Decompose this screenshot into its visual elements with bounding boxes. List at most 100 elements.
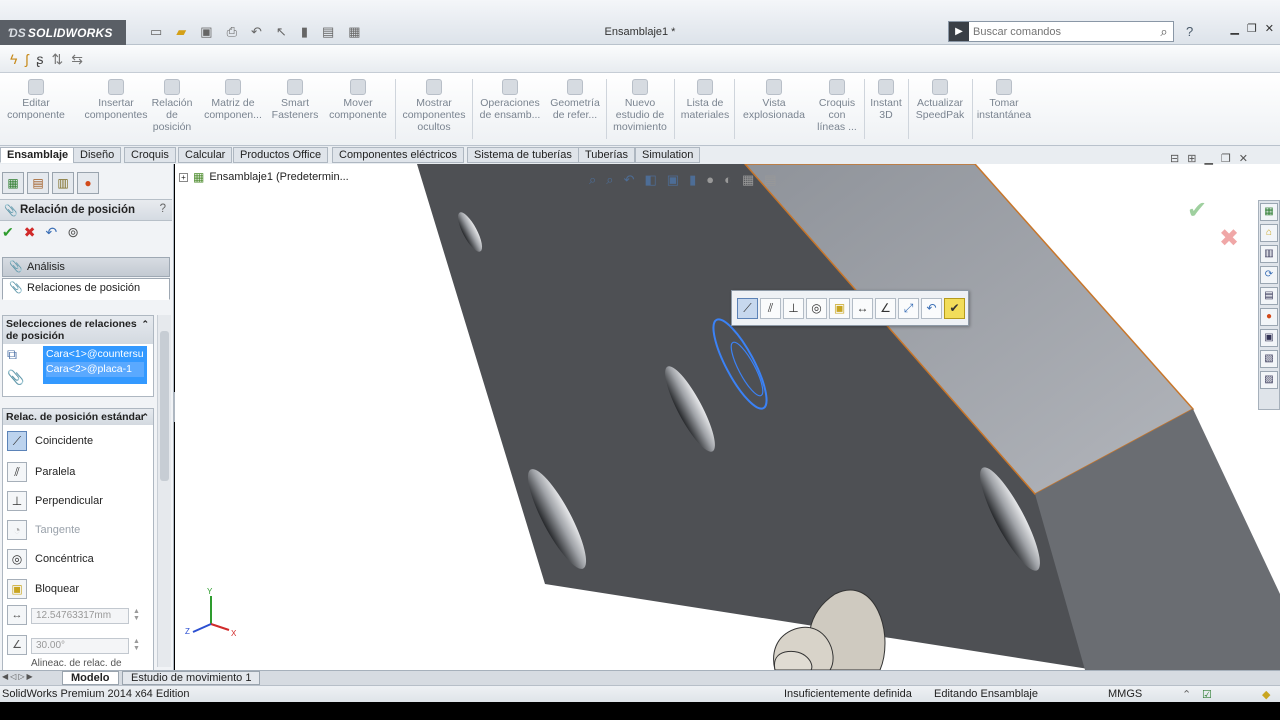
- popup-coincident-icon[interactable]: ⟋: [737, 297, 758, 319]
- home-icon[interactable]: ⌂: [1260, 224, 1278, 242]
- popup-angle-icon[interactable]: ∠: [875, 297, 896, 319]
- view-orientation-icon[interactable]: ▣: [667, 172, 679, 188]
- viewport-close-icon[interactable]: ✕: [1239, 152, 1248, 165]
- tab-tuberias[interactable]: Tuberías: [578, 147, 636, 163]
- confirm-cancel-icon[interactable]: ✖: [1219, 224, 1239, 253]
- notification-icon[interactable]: ◆: [1262, 688, 1270, 701]
- prev-tab-icon[interactable]: ◁: [10, 672, 16, 681]
- apply-scene-icon[interactable]: ▦: [742, 172, 754, 188]
- tab-sistema-de-tuberias[interactable]: Sistema de tuberías: [467, 147, 579, 163]
- mate-concentrica[interactable]: ◎ Concéntrica: [7, 547, 94, 571]
- close-icon[interactable]: ✕: [1265, 22, 1274, 35]
- search-commands[interactable]: ▶ ⌕: [948, 21, 1174, 42]
- routing-tool-3-icon[interactable]: ʂ: [37, 51, 44, 68]
- cmd-lista-de-materiales[interactable]: Lista de materiales: [678, 79, 732, 121]
- routing-tool-2-icon[interactable]: ʃ: [25, 51, 28, 68]
- popup-accept-icon[interactable]: ✔: [944, 297, 965, 319]
- cmd-nuevo-estudio-de-movimiento[interactable]: Nuevo estudio de movimiento: [608, 79, 672, 133]
- zoom-to-fit-icon[interactable]: ⌕: [589, 172, 596, 188]
- hide-show-items-icon[interactable]: ●: [706, 172, 714, 188]
- help-button[interactable]: ?: [160, 203, 166, 215]
- collapse-chevron-icon[interactable]: ⌃: [141, 411, 149, 423]
- undo-icon[interactable]: ↶: [45, 224, 57, 241]
- solidworks-forum-icon[interactable]: ▨: [1260, 371, 1278, 389]
- display-style-icon[interactable]: ▮: [689, 172, 696, 188]
- routing-tool-1-icon[interactable]: ϟ: [10, 51, 17, 68]
- print-icon[interactable]: ⎙: [227, 24, 237, 40]
- cmd-operaciones-de-ensamblaje[interactable]: Operaciones de ensamb...: [476, 79, 544, 121]
- popup-parallel-icon[interactable]: ⫽: [760, 297, 781, 319]
- popup-undo-icon[interactable]: ↶: [921, 297, 942, 319]
- pin-icon[interactable]: ⊚: [67, 224, 79, 241]
- file-properties-icon[interactable]: ▤: [322, 24, 334, 40]
- selection-item[interactable]: Cara<1>@countersu: [46, 347, 144, 362]
- cancel-x-icon[interactable]: ✖: [24, 224, 36, 241]
- units-dropdown-icon[interactable]: ⌃: [1182, 688, 1191, 701]
- first-tab-icon[interactable]: ◀: [2, 672, 8, 681]
- ok-check-icon[interactable]: ✔: [2, 224, 14, 241]
- previous-view-icon[interactable]: ↶: [624, 172, 635, 188]
- cmd-croquis-con-lineas[interactable]: Croquis con líneas ...: [812, 79, 862, 133]
- appearances-icon[interactable]: ●: [1260, 308, 1278, 326]
- cmd-vista-explosionada[interactable]: Vista explosionada: [738, 79, 810, 121]
- cmd-smart-fasteners[interactable]: Smart Fasteners: [268, 79, 322, 121]
- group-title[interactable]: Relac. de posición estándar ⌃: [3, 409, 153, 425]
- view-palette-icon[interactable]: ▤: [1260, 287, 1278, 305]
- tab-calcular[interactable]: Calcular: [178, 147, 233, 163]
- rebuild-status-icon[interactable]: ☑: [1202, 688, 1212, 701]
- tab-ensamblaje[interactable]: Ensamblaje: [0, 147, 76, 163]
- selection-list[interactable]: Cara<1>@countersu Cara<2>@placa-1: [43, 346, 147, 384]
- appearance-tab-icon[interactable]: ●: [77, 172, 99, 194]
- tab-diseno[interactable]: Diseño: [73, 147, 122, 163]
- viewport-split-icon[interactable]: ⊟: [1170, 152, 1179, 165]
- tab-relaciones-de-posicion[interactable]: 📎 Relaciones de posición: [2, 278, 170, 300]
- help-icon[interactable]: ?: [1186, 24, 1193, 39]
- cmd-instant-3d[interactable]: Instant 3D: [866, 79, 906, 121]
- cmd-actualizar-speedpak[interactable]: Actualizar SpeedPak: [910, 79, 970, 121]
- forum-icon[interactable]: ▧: [1260, 350, 1278, 368]
- tab-analisis[interactable]: 📎 Análisis: [2, 257, 170, 277]
- viewport-split2-icon[interactable]: ⊞: [1187, 152, 1196, 165]
- popup-concentric-icon[interactable]: ◎: [806, 297, 827, 319]
- new-document-icon[interactable]: ▭: [150, 24, 162, 40]
- select-icon[interactable]: ↖: [276, 24, 287, 40]
- cmd-geometria-de-referencia[interactable]: Geometría de refer...: [546, 79, 604, 121]
- restore-icon[interactable]: ❐: [1247, 22, 1257, 35]
- mate-bloquear[interactable]: ▣ Bloquear: [7, 577, 79, 601]
- open-folder-icon[interactable]: ▰: [176, 24, 186, 40]
- tab-croquis[interactable]: Croquis: [124, 147, 176, 163]
- graphics-area[interactable]: + ▦ Ensamblaje1 (Predetermin... ⌕ ⌕ ↶ ◧ …: [175, 164, 1280, 670]
- cmd-matriz-de-componentes[interactable]: Matriz de componen...: [200, 79, 266, 121]
- property-manager-tab-icon[interactable]: ▤: [27, 172, 49, 194]
- rebuild-icon[interactable]: ▮: [301, 24, 308, 40]
- model-scene[interactable]: [175, 164, 1280, 670]
- resources-icon[interactable]: ▦: [1260, 203, 1278, 221]
- viewport-restore-icon[interactable]: ❐: [1221, 152, 1231, 165]
- minimize-icon[interactable]: ▁: [1230, 22, 1238, 35]
- routing-tool-4-icon[interactable]: ⇅: [52, 51, 64, 68]
- cmd-tomar-instantanea[interactable]: Tomar instantánea: [974, 79, 1034, 121]
- routing-tool-5-icon[interactable]: ⇆: [71, 51, 83, 68]
- popup-perpendicular-icon[interactable]: ⊥: [783, 297, 804, 319]
- tab-modelo[interactable]: Modelo: [62, 671, 119, 685]
- custom-properties-icon[interactable]: ▣: [1260, 329, 1278, 347]
- popup-lock-icon[interactable]: ▣: [829, 297, 850, 319]
- mate-perpendicular[interactable]: ⊥ Perpendicular: [7, 489, 103, 513]
- configuration-manager-tab-icon[interactable]: ▥: [52, 172, 74, 194]
- popup-distance-icon[interactable]: ↔: [852, 297, 873, 319]
- viewport-minimize-icon[interactable]: ▁: [1204, 152, 1212, 165]
- tab-productos-office[interactable]: Productos Office: [233, 147, 329, 163]
- next-tab-icon[interactable]: ▷: [18, 672, 24, 681]
- tab-estudio-de-movimiento[interactable]: Estudio de movimiento 1: [122, 671, 261, 685]
- cmd-editar-componente[interactable]: Editar componente: [4, 79, 68, 121]
- confirm-ok-icon[interactable]: ✔: [1187, 196, 1207, 225]
- section-view-icon[interactable]: ◧: [644, 172, 656, 188]
- group-title[interactable]: Selecciones de relaciones de posición ⌃: [3, 316, 153, 344]
- feature-manager-tab-icon[interactable]: ▦: [2, 172, 24, 194]
- feature-tree-root[interactable]: + ▦ Ensamblaje1 (Predetermin...: [179, 170, 349, 184]
- solidworks-logo[interactable]: ƊS SOLIDWORKS: [0, 20, 126, 46]
- scrollbar-thumb[interactable]: [160, 331, 169, 481]
- mate-paralela[interactable]: ⫽ Paralela: [7, 460, 75, 484]
- tab-simulation[interactable]: Simulation: [635, 147, 701, 163]
- edit-appearance-icon[interactable]: ◐: [724, 172, 732, 188]
